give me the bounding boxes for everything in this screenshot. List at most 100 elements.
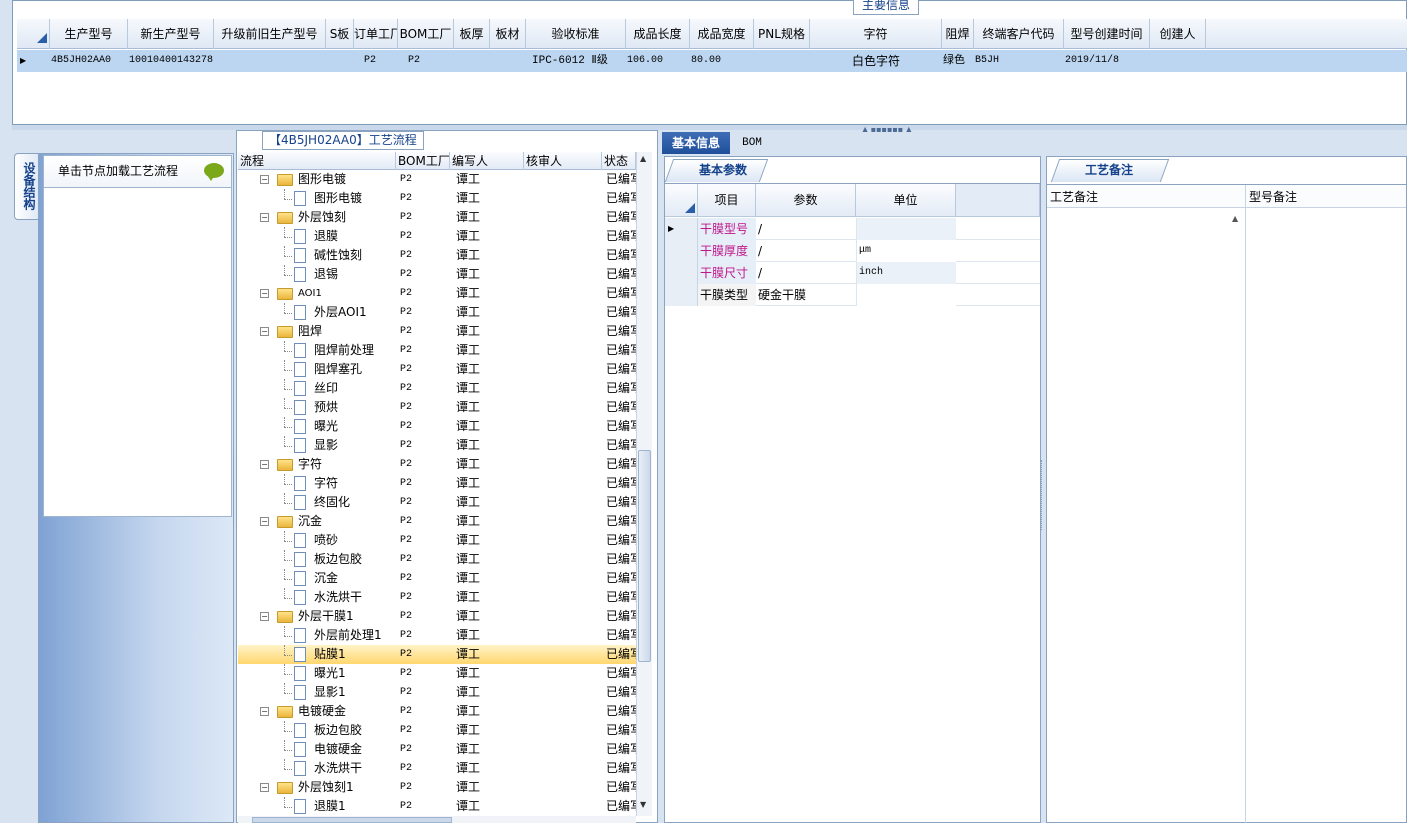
flow-column-header[interactable]: 核审人 (524, 152, 602, 170)
hscroll-thumb[interactable] (252, 817, 452, 823)
scroll-thumb[interactable] (638, 450, 651, 662)
param-column-header[interactable]: 单位 (856, 184, 956, 217)
param-row[interactable]: ▶ 干膜型号 / (665, 218, 1040, 240)
flow-horizontal-scrollbar[interactable] (238, 816, 636, 823)
column-header[interactable]: 升级前旧生产型号 (214, 19, 326, 49)
param-value-cell[interactable]: / (756, 262, 856, 284)
tab-device-structure[interactable]: 设备结构 (14, 153, 40, 220)
flow-row[interactable]: 阻焊塞孔 P2 谭工 已编写 (238, 360, 636, 379)
column-header[interactable]: 新生产型号 (128, 19, 214, 49)
scroll-down-icon[interactable]: ▼ (640, 800, 646, 809)
collapse-toggle-icon[interactable]: − (260, 517, 269, 526)
table-row[interactable]: ▶ 4B5JH02AA0 10010400143278 P2 P2 IPC-6012 Ⅱ… (17, 50, 1407, 72)
flow-row[interactable]: 电镀硬金 P2 谭工 已编写 (238, 740, 636, 759)
column-header[interactable]: 型号创建时间 (1064, 19, 1150, 49)
table-cell[interactable]: 80.00 (691, 50, 785, 72)
row-selector-header[interactable] (665, 184, 698, 217)
column-header[interactable]: 生产型号 (50, 19, 128, 49)
flow-row[interactable]: 阻焊前处理 P2 谭工 已编写 (238, 341, 636, 360)
right-splitter[interactable] (1041, 460, 1044, 530)
flow-column-header[interactable]: 流程 (238, 152, 396, 170)
flow-row[interactable]: 丝印 P2 谭工 已编写 (238, 379, 636, 398)
flow-row[interactable]: − 阻焊 P2 谭工 已编写 (238, 322, 636, 341)
flow-row[interactable]: − 图形电镀 P2 谭工 已编写 (238, 170, 636, 189)
collapse-toggle-icon[interactable]: − (260, 707, 269, 716)
flow-row[interactable]: 图形电镀 P2 谭工 已编写 (238, 189, 636, 208)
flow-row[interactable]: 曝光 P2 谭工 已编写 (238, 417, 636, 436)
flow-row[interactable]: 水洗烘干 P2 谭工 已编写 (238, 588, 636, 607)
flow-row[interactable]: 板边包胶 P2 谭工 已编写 (238, 550, 636, 569)
column-header[interactable]: 订单工厂 (354, 19, 398, 49)
param-unit-cell[interactable]: μm (856, 240, 956, 262)
tab-basic-params[interactable]: 基本参数 (699, 161, 759, 178)
flow-row[interactable]: 预烘 P2 谭工 已编写 (238, 398, 636, 417)
flow-row[interactable]: 显影1 P2 谭工 已编写 (238, 683, 636, 702)
tab-basic-info[interactable]: 基本信息 (662, 132, 730, 154)
flow-row[interactable]: − 外层干膜1 P2 谭工 已编写 (238, 607, 636, 626)
table-cell[interactable]: P2 (408, 50, 494, 72)
tab-process-notes[interactable]: 工艺备注 (1085, 161, 1133, 178)
flow-row[interactable]: − AOI1 P2 谭工 已编写 (238, 284, 636, 303)
flow-row[interactable]: 字符 P2 谭工 已编写 (238, 474, 636, 493)
collapse-toggle-icon[interactable]: − (260, 327, 269, 336)
param-row[interactable]: 干膜类型 硬金干膜 (665, 284, 1040, 306)
param-unit-cell[interactable] (856, 218, 956, 240)
flow-row[interactable]: − 电镀硬金 P2 谭工 已编写 (238, 702, 636, 721)
param-value-cell[interactable]: / (756, 240, 856, 262)
table-cell[interactable]: 2019/11/8 (1065, 50, 1181, 72)
column-header[interactable]: 阻焊 (942, 19, 974, 49)
horizontal-splitter[interactable]: ▲ ▪▪▪▪▪▪ ▲ (12, 125, 1407, 134)
scroll-up-icon[interactable]: ▲ (640, 154, 646, 163)
param-column-header[interactable]: 项目 (698, 184, 756, 217)
flow-vertical-scrollbar[interactable]: ▲ ▼ (636, 152, 652, 816)
column-header[interactable]: BOM工厂 (398, 19, 454, 49)
flow-row[interactable]: 外层AOI1 P2 谭工 已编写 (238, 303, 636, 322)
column-header[interactable]: 验收标准 (526, 19, 626, 49)
column-header[interactable]: S板 (326, 19, 354, 49)
flow-row[interactable]: 水洗烘干 P2 谭工 已编写 (238, 759, 636, 778)
collapse-toggle-icon[interactable]: − (260, 289, 269, 298)
param-row[interactable]: 干膜尺寸 / inch (665, 262, 1040, 284)
flow-column-header[interactable]: 编写人 (450, 152, 524, 170)
param-column-header[interactable]: 参数 (756, 184, 856, 217)
param-row[interactable]: 干膜厚度 / μm (665, 240, 1040, 262)
flow-row[interactable]: − 外层蚀刻1 P2 谭工 已编写 (238, 778, 636, 797)
table-cell[interactable]: 10010400143278 (129, 50, 245, 72)
flow-row[interactable]: 贴膜1 P2 谭工 已编写 (238, 645, 636, 664)
flow-row[interactable]: − 字符 P2 谭工 已编写 (238, 455, 636, 474)
flow-row[interactable]: 终固化 P2 谭工 已编写 (238, 493, 636, 512)
flow-row[interactable]: 曝光1 P2 谭工 已编写 (238, 664, 636, 683)
column-header[interactable]: 成品宽度 (690, 19, 754, 49)
flow-row[interactable]: 退膜 P2 谭工 已编写 (238, 227, 636, 246)
flow-row[interactable]: 退膜1 P2 谭工 已编写 (238, 797, 636, 816)
param-unit-cell[interactable]: inch (856, 262, 956, 284)
column-header[interactable]: 板材 (490, 19, 526, 49)
flow-column-header[interactable]: 状态 (602, 152, 636, 170)
flow-row[interactable]: 退锡 P2 谭工 已编写 (238, 265, 636, 284)
row-selector-header[interactable] (17, 19, 50, 49)
param-value-cell[interactable]: 硬金干膜 (756, 284, 856, 306)
note-scroll-up-icon[interactable]: ▲ (1232, 214, 1238, 223)
flow-row[interactable]: 喷砂 P2 谭工 已编写 (238, 531, 636, 550)
collapse-toggle-icon[interactable]: − (260, 213, 269, 222)
column-header[interactable]: PNL规格 (754, 19, 810, 49)
column-header[interactable]: 创建人 (1150, 19, 1206, 49)
collapse-toggle-icon[interactable]: − (260, 612, 269, 621)
flow-column-header[interactable]: BOM工厂 (396, 152, 450, 170)
tab-bom[interactable]: BOM (732, 132, 772, 154)
load-hint[interactable]: 单击节点加载工艺流程 (44, 156, 231, 188)
flow-row[interactable]: 外层前处理1 P2 谭工 已编写 (238, 626, 636, 645)
flow-row[interactable]: 板边包胶 P2 谭工 已编写 (238, 721, 636, 740)
column-header[interactable]: 终端客户代码 (974, 19, 1064, 49)
column-header[interactable]: 字符 (810, 19, 942, 49)
column-header[interactable]: 成品长度 (626, 19, 690, 49)
param-value-cell[interactable]: / (756, 218, 856, 240)
model-note-input[interactable] (1248, 210, 1404, 820)
flow-row[interactable]: − 沉金 P2 谭工 已编写 (238, 512, 636, 531)
process-note-input[interactable] (1049, 210, 1227, 820)
column-header[interactable]: 板厚 (454, 19, 490, 49)
collapse-toggle-icon[interactable]: − (260, 175, 269, 184)
flow-tree[interactable]: −图形电镀P2谭工已编写图形电镀P2谭工已编写−外层蚀刻P2谭工已编写退膜P2谭… (238, 170, 636, 816)
table-cell[interactable]: 白色字符 (810, 50, 942, 72)
flow-row[interactable]: 显影 P2 谭工 已编写 (238, 436, 636, 455)
